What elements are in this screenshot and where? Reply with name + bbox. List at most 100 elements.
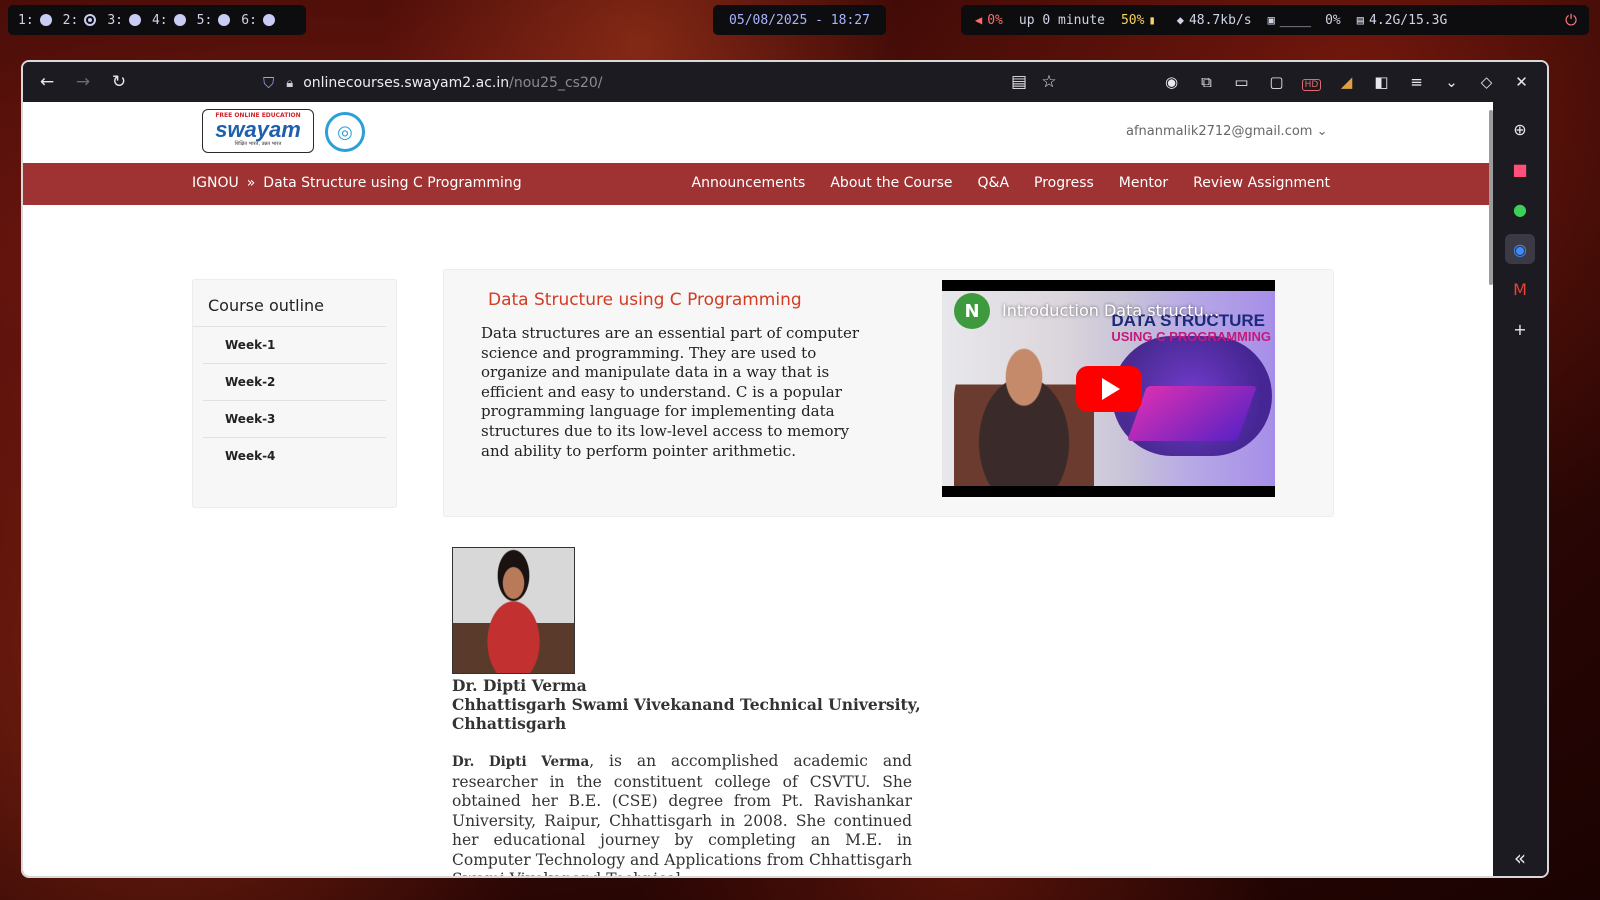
workspace-2[interactable]: 2: — [63, 13, 97, 28]
nav-links: Announcements About the Course Q&A Progr… — [692, 175, 1331, 191]
workspace-4[interactable]: 4: — [152, 13, 186, 28]
volume-value: 0% — [987, 12, 1003, 28]
hd-extension-icon[interactable]: HD — [1294, 73, 1329, 91]
workspace-dot-icon — [173, 14, 186, 26]
video-title[interactable]: Introduction Data structu... — [1002, 301, 1219, 320]
extensions-icon[interactable]: ⧉ — [1189, 73, 1224, 91]
restore-window-icon[interactable]: ◇ — [1469, 73, 1504, 91]
sidebar-toggle-icon[interactable]: ◧ — [1364, 73, 1399, 91]
cpu-icon: ▣ — [1267, 13, 1275, 27]
swayam-logo[interactable]: FREE ONLINE EDUCATION swayam शिक्षित भार… — [202, 109, 314, 153]
gmail-icon[interactable]: M — [1505, 274, 1535, 304]
workspace-3[interactable]: 3: — [107, 13, 141, 28]
course-intro-card: Data Structure using C Programming Data … — [443, 269, 1334, 517]
play-button-icon[interactable] — [1076, 366, 1142, 412]
reload-icon[interactable]: ↻ — [101, 72, 137, 92]
network-stat: ◆ 48.7kb/s — [1177, 13, 1252, 28]
nav-review-assignment[interactable]: Review Assignment — [1193, 175, 1330, 191]
breadcrumb-current: Data Structure using C Programming — [263, 175, 522, 191]
video-brand-line2: USING C PROGRAMMING — [1111, 329, 1271, 344]
outline-week-1[interactable]: Week-1 — [203, 327, 386, 364]
nav-announcements[interactable]: Announcements — [692, 175, 806, 191]
workspace-dot-icon — [128, 14, 141, 26]
status-bar: 1: 2: 3: 4: 5: 6: 05/08/2025 - 18:27 ◀ 0%… — [0, 5, 1600, 35]
bookmark-star-icon[interactable]: ☆ — [1031, 62, 1067, 102]
nav-progress[interactable]: Progress — [1034, 175, 1094, 191]
collapse-sidebar-icon[interactable]: « — [1493, 846, 1547, 870]
uptime-stat: up 0 minute — [1019, 13, 1105, 28]
instructor-affiliation: Chhattisgarh Swami Vivekanand Technical … — [452, 695, 921, 733]
address-bar[interactable]: ⛉ 🔒︎ onlinecourses.swayam2.ac.in/nou25_c… — [263, 70, 602, 96]
swayam-panel-icon[interactable]: ◉ — [1505, 234, 1535, 264]
breadcrumb-separator: » — [246, 175, 256, 191]
whatsapp-icon[interactable]: ● — [1505, 194, 1535, 224]
intro-video-player[interactable]: DATA STRUCTURE USING C PROGRAMMING N Int… — [942, 280, 1275, 497]
browser-sidebar: ⊕ ■ ● ◉ M + « — [1493, 102, 1547, 876]
battery-icon: ▮ — [1148, 13, 1156, 27]
user-email: afnanmalik2712@gmail.com — [1126, 124, 1313, 139]
course-description: Data structures are an essential part of… — [481, 324, 859, 460]
cpu-value: 0% — [1325, 12, 1341, 28]
hd-badge: HD — [1301, 79, 1322, 91]
sweep-extension-icon[interactable]: ◢ — [1329, 73, 1364, 91]
workspace-5[interactable]: 5: — [197, 13, 231, 28]
ignou-logo[interactable]: ◎ — [325, 112, 365, 152]
breadcrumb-root[interactable]: IGNOU — [192, 175, 239, 191]
container-icon[interactable]: ▭ — [1224, 73, 1259, 91]
workspace-number: 6: — [241, 12, 257, 28]
account-icon[interactable]: ◉ — [1154, 73, 1189, 91]
workspace-number: 3: — [107, 12, 123, 28]
memory-icon: ▤ — [1356, 13, 1364, 27]
laptop-graphic — [1126, 386, 1258, 441]
volume-stat[interactable]: ◀ 0% — [975, 13, 1003, 28]
add-panel-icon[interactable]: + — [1505, 314, 1535, 344]
site-header: FREE ONLINE EDUCATION swayam शिक्षित भार… — [23, 102, 1495, 163]
screenshot-icon[interactable]: ▢ — [1259, 73, 1294, 91]
instructor-bio-text: , is an accomplished academic and resear… — [452, 752, 912, 876]
outline-week-3[interactable]: Week-3 — [203, 401, 386, 438]
workspace-dot-icon — [39, 14, 52, 26]
url-path: /nou25_cs20/ — [509, 75, 603, 91]
network-value: 48.7kb/s — [1188, 12, 1252, 28]
battery-stat: 50% ▮ — [1121, 13, 1161, 28]
instructor-bio-name: Dr. Dipti Verma — [452, 754, 590, 770]
clock: 05/08/2025 - 18:27 — [713, 5, 886, 35]
lock-icon[interactable]: 🔒︎ — [286, 76, 293, 91]
course-title: Data Structure using C Programming — [488, 290, 802, 310]
back-icon[interactable]: ← — [29, 72, 65, 92]
uptime-value: up 0 minute — [1018, 12, 1105, 28]
nav-qa[interactable]: Q&A — [978, 175, 1010, 191]
workspace-1[interactable]: 1: — [18, 13, 52, 28]
web-page: FREE ONLINE EDUCATION swayam शिक्षित भार… — [23, 102, 1495, 876]
workspace-6[interactable]: 6: — [241, 13, 275, 28]
shield-icon[interactable]: ⛉ — [263, 74, 274, 92]
globe-icon[interactable]: ⊕ — [1505, 114, 1535, 144]
nav-about-course[interactable]: About the Course — [830, 175, 952, 191]
instructor-photo — [452, 547, 575, 674]
memory-stat: ▤ 4.2G/15.3G — [1357, 13, 1448, 28]
speaker-icon: ◀ — [975, 13, 983, 27]
presenter-image — [954, 341, 1094, 486]
instructor-bio: Dr. Dipti Verma, is an accomplished acad… — [452, 752, 912, 876]
user-menu[interactable]: afnanmalik2712@gmail.com ⌄ — [1126, 124, 1328, 139]
channel-avatar[interactable]: N — [954, 293, 990, 329]
course-navbar: IGNOU » Data Structure using C Programmi… — [23, 163, 1495, 205]
power-icon[interactable]: ⏻ — [1565, 11, 1577, 29]
outline-week-4[interactable]: Week-4 — [203, 438, 386, 474]
toolbar-actions: ◉ ⧉ ▭ ▢ HD ◢ ◧ ≡ ⌄ ◇ ✕ — [1154, 62, 1539, 102]
instructor-heading: Dr. Dipti Verma Chhattisgarh Swami Vivek… — [452, 676, 922, 733]
outline-week-2[interactable]: Week-2 — [203, 364, 386, 401]
close-window-icon[interactable]: ✕ — [1504, 73, 1539, 91]
workspace-number: 5: — [196, 12, 213, 28]
cpu-graph: ____ — [1279, 12, 1312, 28]
browser-toolbar: ← → ↻ ⛉ 🔒︎ onlinecourses.swayam2.ac.in/n… — [23, 62, 1547, 102]
chevron-down-icon[interactable]: ⌄ — [1434, 73, 1469, 91]
workspace-active-dot-icon — [84, 14, 97, 26]
menu-icon[interactable]: ≡ — [1399, 73, 1434, 91]
pocket-app-icon[interactable]: ■ — [1505, 154, 1535, 184]
nav-mentor[interactable]: Mentor — [1119, 175, 1168, 191]
wifi-icon: ◆ — [1176, 13, 1184, 27]
battery-value: 50% — [1120, 12, 1145, 28]
logo-word: swayam — [215, 117, 301, 142]
forward-icon[interactable]: → — [65, 72, 101, 92]
